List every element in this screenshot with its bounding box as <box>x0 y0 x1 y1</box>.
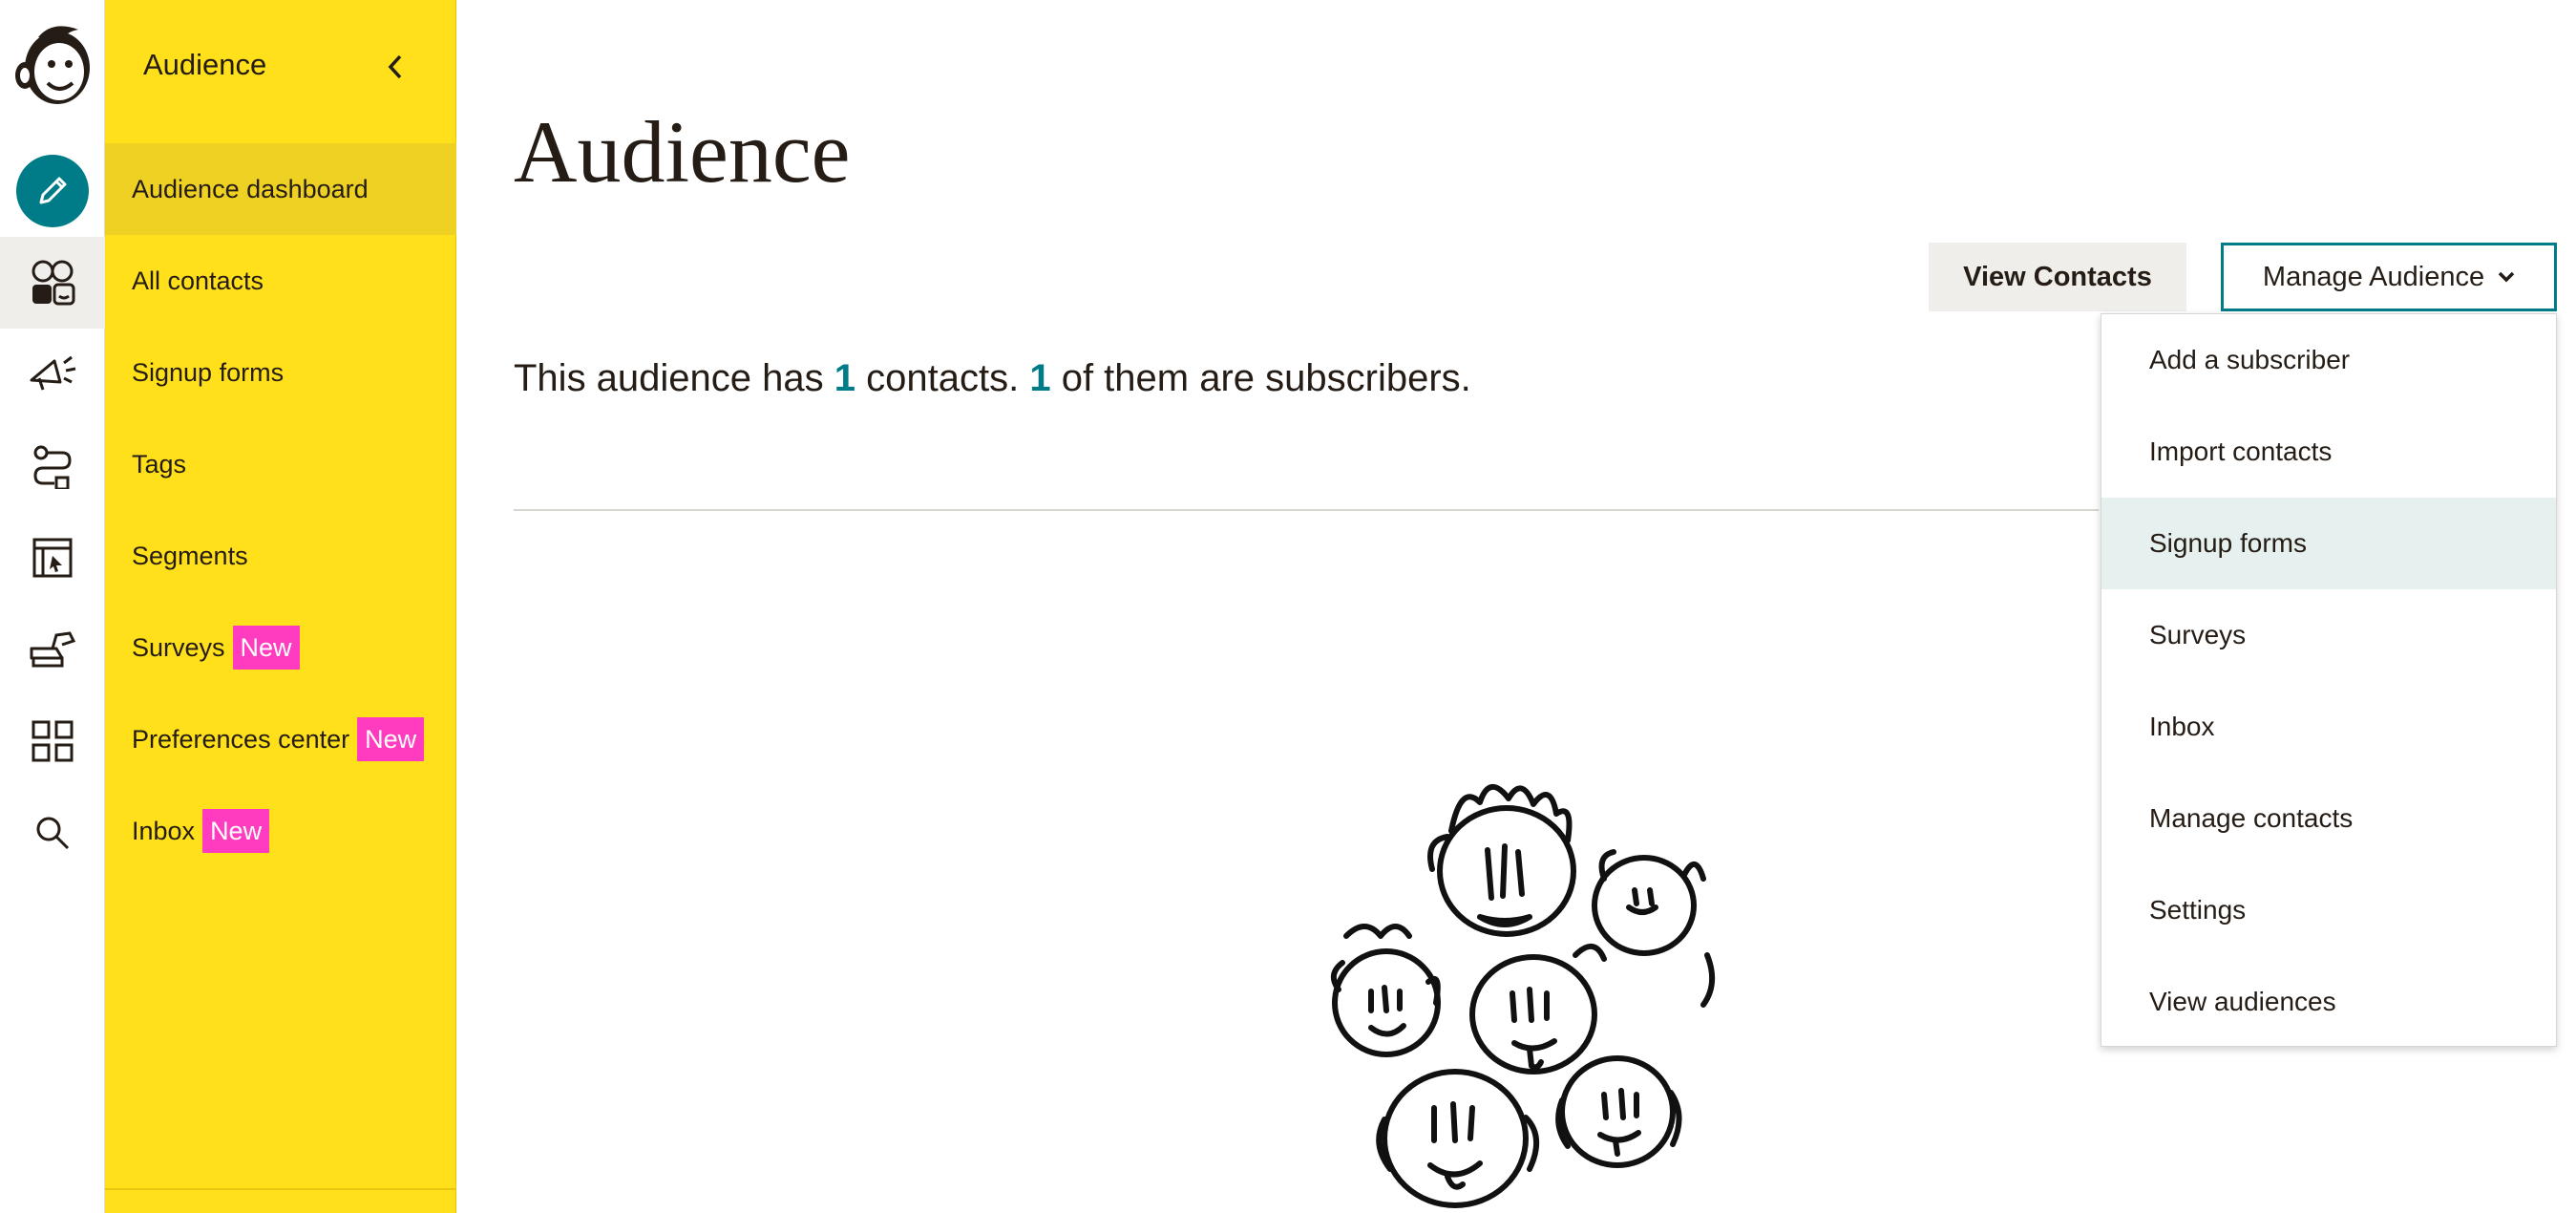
menu-item-label: Manage contacts <box>2149 803 2354 833</box>
new-badge: New <box>357 717 425 761</box>
menu-item-import-contacts[interactable]: Import contacts <box>2101 406 2556 498</box>
menu-item-label: Inbox <box>2149 712 2215 741</box>
manage-audience-button[interactable]: Manage Audience <box>2221 243 2557 311</box>
contacts-count: 1 <box>834 357 856 399</box>
icon-rail <box>0 0 105 1213</box>
subnav-item-tags[interactable]: Tags <box>105 418 456 510</box>
nav-integrations[interactable] <box>0 604 105 695</box>
menu-item-surveys[interactable]: Surveys <box>2101 589 2556 681</box>
subnav-item-label: All contacts <box>132 266 264 295</box>
audience-summary: This audience has 1 contacts. 1 of them … <box>514 357 1471 400</box>
nav-website[interactable] <box>0 512 105 604</box>
subnav-item-preferences-center[interactable]: Preferences center New <box>105 693 456 785</box>
chevron-left-icon <box>388 54 402 79</box>
new-badge: New <box>232 626 300 670</box>
pencil-icon <box>16 155 89 227</box>
collapse-subnav-button[interactable] <box>372 44 418 90</box>
menu-item-view-audiences[interactable]: View audiences <box>2101 956 2556 1048</box>
subnav-item-label: Audience dashboard <box>132 174 369 203</box>
manage-audience-label: Manage Audience <box>2262 261 2485 292</box>
subnav-title: Audience <box>143 48 267 81</box>
menu-item-settings[interactable]: Settings <box>2101 864 2556 956</box>
create-button[interactable] <box>0 145 105 237</box>
menu-item-add-subscriber[interactable]: Add a subscriber <box>2101 314 2556 406</box>
nav-campaigns[interactable] <box>0 329 105 420</box>
menu-item-signup-forms[interactable]: Signup forms <box>2101 498 2556 589</box>
nav-all-apps[interactable] <box>0 695 105 787</box>
grid-icon <box>32 720 74 762</box>
summary-suffix: of them are subscribers. <box>1050 357 1471 399</box>
subnav-header: Audience <box>105 0 456 134</box>
nav-search[interactable] <box>0 787 105 879</box>
subnav-item-signup-forms[interactable]: Signup forms <box>105 327 456 418</box>
menu-item-label: Import contacts <box>2149 436 2333 466</box>
subnav-item-inbox[interactable]: Inbox New <box>105 785 456 877</box>
audience-crowd-illustration <box>1330 784 1716 1208</box>
subnav-item-label: Signup forms <box>132 357 285 387</box>
integrations-icon <box>30 631 76 668</box>
automation-flow-icon <box>33 445 72 489</box>
subnav-item-label: Tags <box>132 449 187 479</box>
menu-item-manage-contacts[interactable]: Manage contacts <box>2101 773 2556 864</box>
subscribers-count: 1 <box>1029 357 1051 399</box>
website-icon <box>32 538 73 578</box>
subnav-divider <box>105 1188 456 1190</box>
subnav-item-label: Inbox <box>132 816 196 845</box>
content-divider <box>514 509 2099 511</box>
megaphone-icon <box>30 355 76 391</box>
subnav-item-all-contacts[interactable]: All contacts <box>105 235 456 327</box>
subnav-item-surveys[interactable]: Surveys New <box>105 602 456 693</box>
chevron-down-icon <box>2498 271 2515 283</box>
menu-item-label: Settings <box>2149 895 2247 925</box>
menu-item-label: View audiences <box>2149 987 2336 1016</box>
subnav-item-segments[interactable]: Segments <box>105 510 456 602</box>
manage-audience-dropdown: Add a subscriber Import contacts Signup … <box>2101 313 2557 1047</box>
search-icon <box>36 817 70 850</box>
subnav-item-label: Preferences center <box>132 724 350 754</box>
summary-middle: contacts. <box>855 357 1030 399</box>
subnav-item-label: Segments <box>132 541 248 570</box>
subnav-item-audience-dashboard[interactable]: Audience dashboard <box>105 143 456 235</box>
nav-audience[interactable] <box>0 237 105 329</box>
summary-prefix: This audience has <box>514 357 834 399</box>
mailchimp-logo-icon[interactable] <box>0 17 105 109</box>
page-title: Audience <box>514 103 851 201</box>
view-contacts-button[interactable]: View Contacts <box>1929 243 2186 311</box>
menu-item-inbox[interactable]: Inbox <box>2101 681 2556 773</box>
menu-item-label: Surveys <box>2149 620 2247 649</box>
new-badge: New <box>202 809 270 853</box>
subnav-item-label: Surveys <box>132 632 225 662</box>
audience-subnav: Audience Audience dashboard All contacts… <box>105 0 456 1213</box>
nav-automations[interactable] <box>0 420 105 512</box>
audience-icon <box>32 260 75 306</box>
menu-item-label: Add a subscriber <box>2149 345 2351 374</box>
menu-item-label: Signup forms <box>2149 528 2307 558</box>
